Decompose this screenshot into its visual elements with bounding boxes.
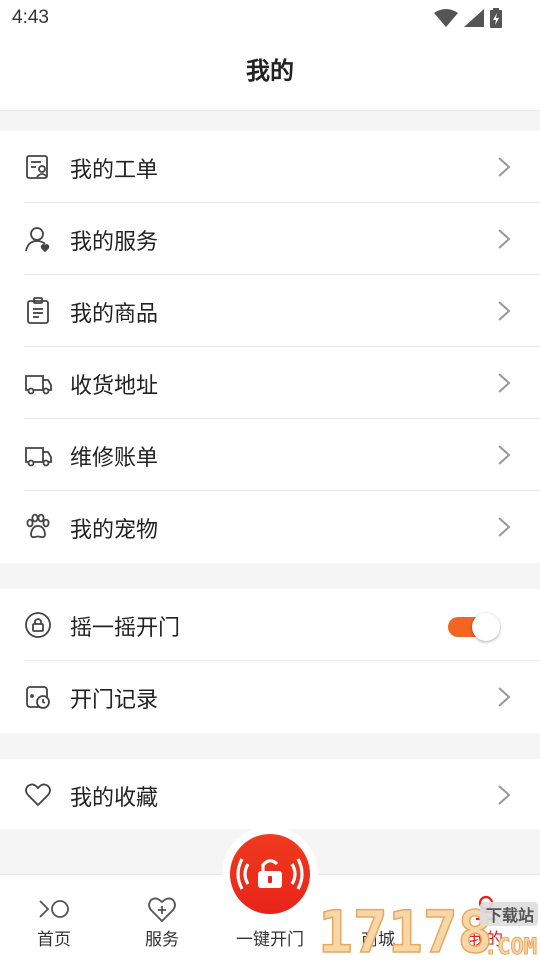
menu-item-label: 开门记录	[70, 688, 159, 713]
menu-item-label: 我的工单	[70, 158, 159, 183]
chevron-right-icon	[498, 373, 511, 393]
menu-item-favorites[interactable]: 我的收藏	[0, 759, 540, 831]
menu-item-label: 摇一摇开门	[70, 616, 181, 641]
menu-item-my-pets[interactable]: 我的宠物	[0, 491, 540, 563]
status-time: 4:43	[12, 7, 49, 28]
menu-item-work-orders[interactable]: 我的工单	[0, 131, 540, 203]
heart-icon	[25, 783, 51, 807]
menu-item-door-records[interactable]: 开门记录	[0, 661, 540, 733]
heart-plus-icon	[148, 897, 176, 923]
one-key-open-fab-ring	[222, 826, 318, 922]
toggle-knob	[472, 613, 500, 641]
lock-icon	[25, 612, 51, 638]
site-watermark-logo: 17178 下载站 .COM	[317, 897, 538, 960]
truck-icon	[25, 375, 52, 395]
chevron-right-icon	[498, 157, 511, 177]
status-icons	[434, 8, 502, 28]
menu-group-favorites: 我的收藏	[0, 759, 540, 829]
battery-icon	[490, 8, 502, 28]
door-clock-icon	[26, 686, 50, 709]
wifi-icon	[434, 9, 458, 27]
menu-group-main: 我的工单 我的服务 我的商品 收货地址 维修账单 我的宠物	[0, 131, 540, 563]
menu-item-repair-bills[interactable]: 维修账单	[0, 419, 540, 491]
menu-item-my-products[interactable]: 我的商品	[0, 275, 540, 347]
paw-icon	[26, 513, 50, 539]
watermark-badge-text: 下载站	[486, 906, 534, 925]
menu-item-label: 我的收藏	[70, 786, 159, 811]
chevron-right-icon	[498, 445, 511, 465]
menu-item-label: 维修账单	[70, 446, 159, 471]
home-tab-icon	[39, 900, 69, 918]
page-title: 我的	[246, 57, 294, 85]
chevron-right-icon	[498, 517, 511, 537]
menu-item-shake-to-open: 摇一摇开门	[0, 589, 540, 661]
clipboard-icon	[27, 297, 49, 324]
menu-item-label: 我的宠物	[70, 518, 159, 543]
status-bar: 4:43	[0, 0, 540, 36]
menu-item-label: 我的服务	[70, 230, 159, 255]
page-header: 我的	[0, 36, 540, 111]
menu-item-label: 我的商品	[70, 302, 159, 327]
menu-group-door: 摇一摇开门 开门记录	[0, 589, 540, 733]
signal-icon	[464, 9, 484, 27]
watermark-main-text: 17178	[318, 898, 493, 960]
menu-item-shipping-address[interactable]: 收货地址	[0, 347, 540, 419]
tab-home[interactable]: 首页	[0, 875, 108, 960]
user-service-icon	[25, 227, 50, 253]
shake-to-open-toggle[interactable]	[446, 612, 500, 641]
watermark-sub-text: .COM	[484, 935, 537, 960]
chevron-right-icon	[498, 687, 511, 707]
menu-item-label: 收货地址	[70, 374, 159, 399]
tab-label: 一键开门	[236, 930, 304, 950]
menu-item-my-services[interactable]: 我的服务	[0, 203, 540, 275]
tab-label: 服务	[145, 930, 179, 950]
work-order-icon	[26, 155, 48, 179]
tab-label: 首页	[37, 930, 71, 950]
chevron-right-icon	[498, 301, 511, 321]
one-key-open-button[interactable]	[230, 834, 310, 914]
unlock-icon	[236, 858, 304, 890]
chevron-right-icon	[498, 229, 511, 249]
tab-services[interactable]: 服务	[108, 875, 216, 960]
truck-icon	[25, 447, 52, 467]
chevron-right-icon	[498, 785, 511, 805]
